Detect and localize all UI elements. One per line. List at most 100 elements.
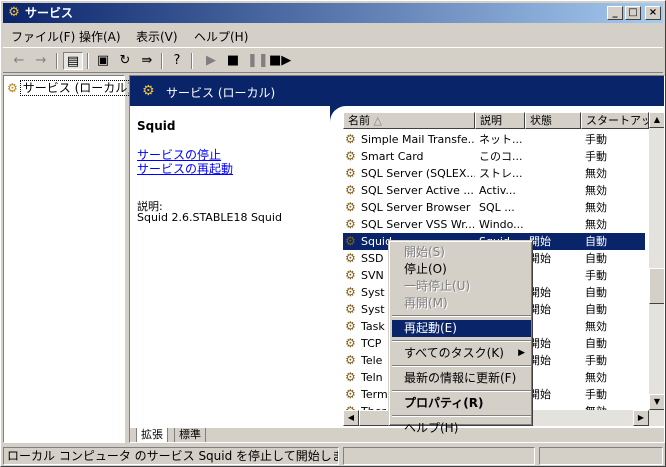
column-name[interactable]: 名前 △ [343, 112, 475, 129]
service-row[interactable]: ⚙ Simple Mail Transfe... ネット... 手動 [343, 131, 645, 148]
cell-startup: 自動 [585, 235, 607, 248]
cell-name: Simple Mail Transfe... [361, 133, 475, 146]
cell-startup: 手動 [585, 354, 607, 367]
toolbar-separator [87, 53, 89, 69]
sort-ascending-icon: △ [373, 114, 382, 127]
service-row[interactable]: ⚙ Smart Card このコ... 手動 [343, 148, 645, 165]
pause-service-icon[interactable]: ❚❚ [247, 52, 269, 70]
services-app-icon: ⚙ [8, 5, 20, 20]
cell-desc: Activ... [479, 184, 516, 197]
cell-desc: Windo... [479, 218, 524, 231]
context-menu-item[interactable]: 再開(M) [392, 295, 531, 312]
context-menu-item[interactable]: ヘルプ(H) [392, 420, 531, 437]
help-icon[interactable]: ? [167, 52, 187, 70]
service-icon: ⚙ [345, 353, 356, 367]
context-menu-item-label: 一時停止(U) [404, 279, 471, 293]
context-menu: 開始(S) 停止(O) 一時停止(U) 再開(M) 再起動(E) すべてのタスク(K) ▶ 最… [388, 240, 533, 435]
context-menu-item[interactable]: 最新の情報に更新(F) [392, 370, 531, 387]
scroll-down-icon[interactable]: ▼ [649, 394, 664, 410]
refresh-icon[interactable]: ↻ [115, 52, 135, 70]
start-service-icon[interactable]: ▶ [201, 52, 221, 70]
service-icon: ⚙ [345, 285, 356, 299]
cell-state: 開始 [529, 252, 551, 265]
menu-separator [392, 390, 531, 392]
cell-startup: 自動 [585, 303, 607, 316]
cell-startup: 手動 [585, 269, 607, 282]
restart-service-link[interactable]: サービスの再起動 [137, 160, 233, 177]
maximize-button[interactable]: □ [625, 6, 641, 20]
cell-name: SQL Server VSS Wr... [361, 218, 475, 231]
cell-state: 開始 [529, 286, 551, 299]
cell-startup: 無効 [585, 167, 607, 180]
status-bar: ローカル コンピュータ のサービス Squid を停止して開始します。 [3, 447, 663, 465]
service-icon: ⚙ [345, 200, 356, 214]
close-button[interactable]: × [645, 6, 661, 20]
service-row[interactable]: ⚙ SQL Server (SQLEX... ストレ... 無効 [343, 165, 645, 182]
window-title: サービス [25, 6, 74, 20]
column-description[interactable]: 説明 [475, 112, 525, 129]
services-icon: ⚙ [142, 83, 155, 99]
restart-service-icon[interactable]: ■▶ [269, 52, 291, 70]
service-row[interactable]: ⚙ SQL Server Active ... Activ... 無効 [343, 182, 645, 199]
cell-name: Smart Card [361, 150, 424, 163]
service-icon: ⚙ [345, 234, 356, 248]
menu-separator [392, 315, 531, 317]
cell-name: SQL Server (SQLEX... [361, 167, 475, 180]
status-text: ローカル コンピュータ のサービス Squid を停止して開始します。 [3, 447, 339, 465]
column-startup-type[interactable]: スタートアップ [581, 112, 649, 129]
menu-view[interactable]: 表示(V) [136, 28, 178, 45]
tab-standard[interactable]: 標準 [174, 428, 206, 442]
service-icon: ⚙ [345, 268, 356, 282]
submenu-arrow-icon: ▶ [518, 348, 525, 358]
cell-startup: 無効 [585, 320, 607, 333]
service-icon: ⚙ [345, 302, 356, 316]
service-icon: ⚙ [345, 319, 356, 333]
menu-file[interactable]: ファイル(F) [11, 28, 75, 45]
context-menu-item[interactable]: 停止(O) [392, 261, 531, 278]
minimize-button[interactable]: _ [607, 6, 623, 20]
back-icon[interactable]: ← [9, 52, 29, 70]
service-icon: ⚙ [345, 217, 356, 231]
service-row[interactable]: ⚙ SQL Server VSS Wr... Windo... 無効 [343, 216, 645, 233]
stop-service-icon[interactable]: ■ [223, 52, 243, 70]
service-row[interactable]: ⚙ SQL Server Browser SQL ... 無効 [343, 199, 645, 216]
context-menu-item-label: 開始(S) [404, 245, 445, 259]
description-value: Squid 2.6.STABLE18 Squid [137, 211, 282, 224]
toolbar: ← → ▤ ▣ ↻ ⇛ ? ▶ ■ ❚❚ ■▶ [3, 47, 663, 73]
scroll-right-icon[interactable]: ▶ [633, 410, 649, 426]
details-header: ⚙ サービス (ローカル) [130, 76, 664, 106]
context-menu-item[interactable]: 一時停止(U) [392, 278, 531, 295]
details-header-title: サービス (ローカル) [166, 86, 276, 100]
context-menu-item[interactable]: すべてのタスク(K) ▶ [392, 345, 531, 362]
scroll-thumb[interactable] [649, 268, 664, 304]
scroll-up-icon[interactable]: ▲ [649, 112, 664, 128]
context-menu-item[interactable]: 開始(S) [392, 244, 531, 261]
context-menu-item[interactable]: プロパティ(R) [392, 395, 531, 412]
service-icon: ⚙ [345, 336, 356, 350]
tab-extended[interactable]: 拡張 [136, 428, 168, 442]
menu-help[interactable]: ヘルプ(H) [194, 28, 248, 45]
toolbar-separator [191, 53, 193, 69]
forward-icon[interactable]: → [31, 52, 51, 70]
console-tree: ⚙ サービス (ローカル) [3, 75, 135, 443]
context-menu-item-label: 再起動(E) [404, 321, 457, 335]
vertical-scrollbar[interactable]: ▲ ▼ [649, 112, 664, 426]
menu-separator [392, 365, 531, 367]
scroll-left-icon[interactable]: ◀ [343, 410, 359, 426]
cell-desc: SQL ... [479, 201, 515, 214]
cell-state: 開始 [529, 337, 551, 350]
menu-action[interactable]: 操作(A) [79, 28, 121, 45]
cell-state: 開始 [529, 354, 551, 367]
title-bar[interactable]: ⚙ サービス _ □ × [3, 3, 663, 23]
cell-state: 開始 [529, 235, 551, 248]
properties-icon[interactable]: ▣ [93, 52, 113, 70]
show-tree-icon[interactable]: ▤ [63, 52, 83, 70]
cell-state: 開始 [529, 388, 551, 401]
cell-startup: 自動 [585, 252, 607, 265]
context-menu-item[interactable]: 再起動(E) [392, 320, 531, 337]
cell-startup: 自動 [585, 337, 607, 350]
export-list-icon[interactable]: ⇛ [137, 52, 157, 70]
column-status[interactable]: 状態 [525, 112, 581, 129]
cell-name: SQL Server Browser [361, 201, 471, 214]
tree-node-services-local[interactable]: ⚙ サービス (ローカル) [7, 79, 135, 96]
